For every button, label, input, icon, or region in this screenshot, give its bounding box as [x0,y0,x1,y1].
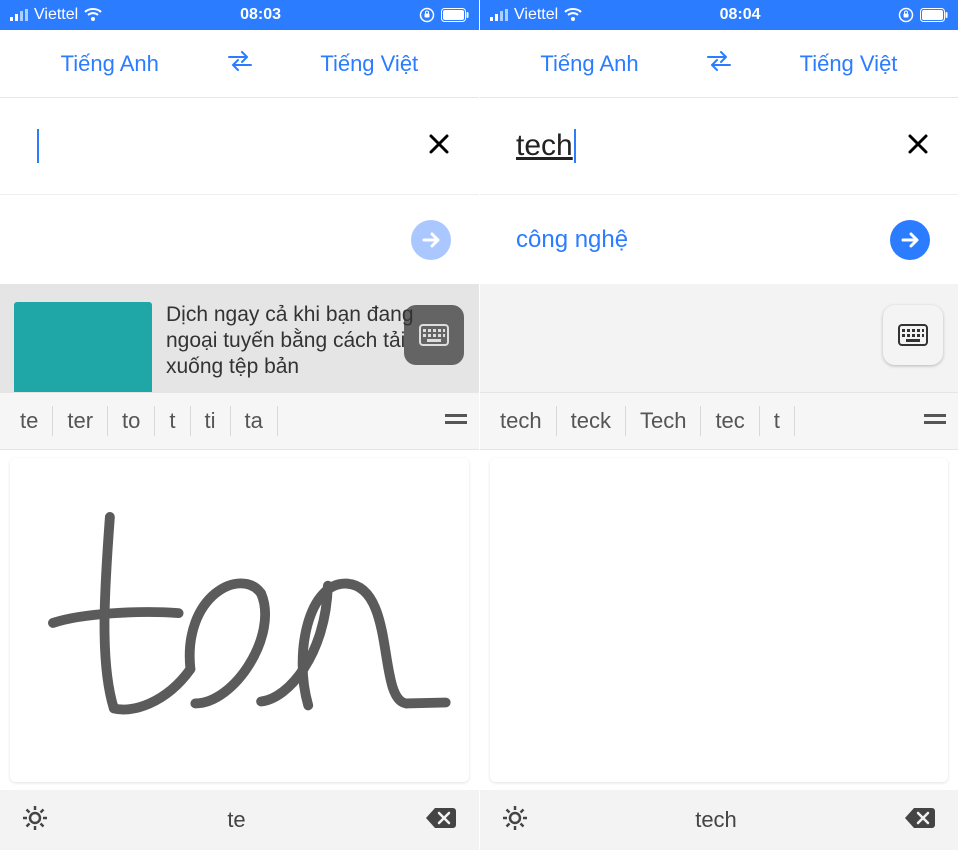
wifi-icon [84,8,102,22]
close-icon [906,132,930,156]
tip-thumbnail [14,302,152,392]
status-bar: Viettel 08:04 [480,0,958,30]
battery-icon [441,8,469,22]
go-button[interactable] [890,220,930,260]
suggestion-bar: te ter to t ti ta [0,392,479,450]
suggestion[interactable]: tech [486,406,557,436]
target-language[interactable]: Tiếng Việt [260,51,480,77]
handwriting-canvas[interactable] [10,458,469,782]
backspace-button[interactable] [904,806,936,835]
target-language[interactable]: Tiếng Việt [739,51,958,77]
signal-icon [10,9,28,21]
keyboard-icon [898,324,928,346]
suggestion[interactable]: teck [557,406,626,436]
menu-icon [922,411,948,427]
current-recognition: tech [695,807,737,833]
close-icon [427,132,451,156]
swap-icon [706,51,732,71]
suggestion[interactable]: ti [191,406,231,436]
swap-icon [227,51,253,71]
clear-button[interactable] [906,132,930,161]
suggestion[interactable]: to [108,406,155,436]
input-row[interactable]: tech [480,98,958,194]
bottom-toolbar: te [0,790,479,850]
gear-icon [502,805,528,831]
input-text: tech [516,129,573,163]
clear-button[interactable] [427,132,451,161]
keyboard-toggle-button[interactable] [404,305,464,365]
settings-button[interactable] [502,805,528,836]
suggestion[interactable]: t [760,406,795,436]
handwriting-canvas[interactable] [490,458,948,782]
suggestion[interactable]: Tech [626,406,701,436]
screen-right: Viettel 08:04 Tiếng Anh Tiếng Việt tech [479,0,958,850]
clock-label: 08:04 [720,6,761,24]
suggestions-menu-button[interactable] [443,411,469,432]
suggestion[interactable]: te [6,406,53,436]
orientation-lock-icon [898,7,914,23]
source-language[interactable]: Tiếng Anh [480,51,699,77]
translation-input[interactable]: tech [516,129,906,163]
signal-icon [490,9,508,21]
keyboard-toggle-button[interactable] [883,305,943,365]
menu-icon [443,411,469,427]
input-row[interactable] [0,98,479,194]
carrier-label: Viettel [514,6,558,24]
backspace-button[interactable] [425,806,457,835]
translation-input[interactable] [36,129,427,163]
keyboard-icon [419,324,449,346]
arrow-right-icon [420,229,442,251]
suggestion[interactable]: t [155,406,190,436]
text-cursor [574,129,576,163]
arrow-right-icon [899,229,921,251]
swap-languages-button[interactable] [220,51,260,76]
gear-icon [22,805,48,831]
translation-result: công nghệ [516,226,890,254]
orientation-lock-icon [419,7,435,23]
go-button[interactable] [411,220,451,260]
text-cursor [37,129,39,163]
battery-icon [920,8,948,22]
status-bar: Viettel 08:03 [0,0,479,30]
backspace-icon [425,806,457,830]
suggestion[interactable]: ta [231,406,278,436]
suggestion[interactable]: ter [53,406,108,436]
screen-left: Viettel 08:03 Tiếng Anh Tiếng Việt [0,0,479,850]
settings-button[interactable] [22,805,48,836]
result-row[interactable]: công nghệ [480,194,958,284]
wifi-icon [564,8,582,22]
language-bar: Tiếng Anh Tiếng Việt [0,30,479,98]
backspace-icon [904,806,936,830]
language-bar: Tiếng Anh Tiếng Việt [480,30,958,98]
result-row [0,194,479,284]
carrier-label: Viettel [34,6,78,24]
source-language[interactable]: Tiếng Anh [0,51,220,77]
swap-languages-button[interactable] [699,51,739,76]
suggestion[interactable]: tec [701,406,759,436]
bottom-toolbar: tech [480,790,958,850]
clock-label: 08:03 [240,6,281,24]
current-recognition: te [227,807,245,833]
suggestions-menu-button[interactable] [922,411,948,432]
suggestion-bar: tech teck Tech tec t [480,392,958,450]
